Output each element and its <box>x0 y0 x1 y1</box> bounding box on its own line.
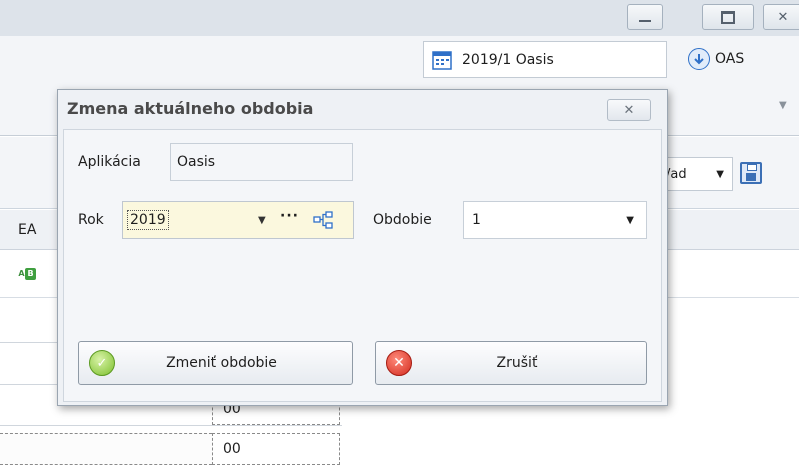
grid-cell[interactable]: 00 <box>212 433 340 465</box>
oas-label: OAS <box>715 51 745 67</box>
restore-icon <box>721 10 735 24</box>
chevron-down-icon[interactable]: ▼ <box>258 215 266 226</box>
title-bar <box>0 0 799 36</box>
minimize-icon <box>639 20 651 22</box>
cancel-circle-icon: ✕ <box>386 350 412 376</box>
ellipsis-button[interactable]: ··· <box>280 208 299 224</box>
close-icon: ✕ <box>623 102 635 118</box>
obdobie-select[interactable]: 1 ▼ <box>463 201 647 239</box>
current-period-selector[interactable]: 2019/1 Oasis <box>423 41 667 78</box>
ab-badge-icon: A B <box>18 268 36 280</box>
current-period-value: 2019/1 Oasis <box>462 51 554 68</box>
rok-label: Rok <box>78 212 104 228</box>
calendar-icon <box>432 50 452 70</box>
dialog-close-button[interactable]: ✕ <box>607 99 651 121</box>
minimize-button[interactable] <box>627 4 663 30</box>
rok-value[interactable]: 2019 <box>127 210 169 230</box>
chevron-down-icon: ▼ <box>626 214 634 226</box>
change-period-label: Zmeniť obdobie <box>166 355 277 371</box>
ribbon-expand-icon[interactable]: ▼ <box>779 100 787 111</box>
table-row[interactable] <box>0 433 212 465</box>
rok-field[interactable]: 2019 ▼ ··· <box>122 201 354 239</box>
column-header-ea[interactable]: EA <box>18 222 36 238</box>
cancel-button[interactable]: ✕ Zrušiť <box>375 341 647 385</box>
oas-button[interactable]: OAS <box>688 45 744 73</box>
check-circle-icon: ✓ <box>89 350 115 376</box>
save-icon[interactable] <box>740 162 762 184</box>
cancel-label: Zrušiť <box>496 355 538 371</box>
tree-select-icon[interactable] <box>313 211 333 229</box>
grid-row-divider <box>0 425 342 426</box>
view-combo-value: /ad <box>666 166 687 182</box>
close-icon: ✕ <box>777 9 789 25</box>
app-field: Oasis <box>170 143 353 181</box>
chevron-down-icon: ▼ <box>716 168 724 180</box>
app-value: Oasis <box>177 154 216 170</box>
restore-button[interactable] <box>702 4 754 30</box>
download-circle-icon <box>688 48 710 70</box>
change-period-button[interactable]: ✓ Zmeniť obdobie <box>78 341 353 385</box>
obdobie-label: Obdobie <box>373 212 432 228</box>
window-close-button[interactable]: ✕ <box>763 4 799 30</box>
app-label: Aplikácia <box>78 154 141 170</box>
dialog-title: Zmena aktuálneho obdobia <box>67 99 314 118</box>
obdobie-value: 1 <box>472 212 481 228</box>
